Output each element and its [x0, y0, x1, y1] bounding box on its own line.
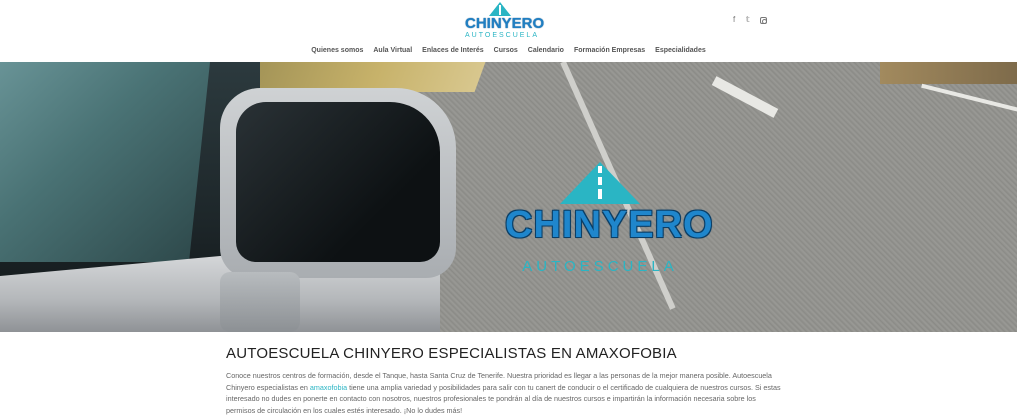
intro-section: AUTOESCUELA CHINYERO ESPECIALISTAS EN AM…	[226, 345, 786, 416]
nav-item-especialidades[interactable]: Especialidades	[655, 47, 706, 54]
hero-grass-right	[880, 62, 1017, 84]
twitter-icon[interactable]: 𝕥	[746, 15, 750, 25]
page-title: AUTOESCUELA CHINYERO ESPECIALISTAS EN AM…	[226, 345, 677, 362]
side-mirror-glass	[236, 102, 440, 262]
intro-paragraph: Conoce nuestros centros de formación, de…	[226, 370, 786, 416]
road-icon	[489, 2, 511, 16]
nav-item-cursos[interactable]: Cursos	[494, 47, 518, 54]
road-icon	[560, 162, 640, 204]
side-mirror-arm	[220, 272, 300, 332]
logo-sub-text: AUTOESCUELA	[465, 32, 539, 39]
instagram-icon[interactable]	[760, 17, 767, 24]
hero-road-image	[400, 62, 1017, 332]
hero-logo-main-text: CHINYERO	[505, 204, 714, 246]
site-header: CHINYERO AUTOESCUELA f 𝕥 Quienes somos A…	[0, 0, 1017, 62]
hero-logo: CHINYERO AUTOESCUELA	[505, 162, 714, 287]
logo-main-text: CHINYERO	[465, 15, 545, 32]
hero-logo-sub-text: AUTOESCUELA	[522, 258, 678, 275]
hero-banner: CHINYERO AUTOESCUELA	[0, 62, 1017, 332]
main-nav: Quienes somos Aula Virtual Enlaces de In…	[0, 47, 1017, 59]
site-logo[interactable]: CHINYERO AUTOESCUELA	[465, 2, 545, 42]
nav-item-enlaces-de-interes[interactable]: Enlaces de Interés	[422, 47, 483, 54]
nav-item-calendario[interactable]: Calendario	[528, 47, 564, 54]
nav-item-aula-virtual[interactable]: Aula Virtual	[373, 47, 412, 54]
nav-item-quienes-somos[interactable]: Quienes somos	[311, 47, 363, 54]
facebook-icon[interactable]: f	[733, 15, 735, 25]
car-window	[0, 62, 210, 262]
nav-item-formacion-empresas[interactable]: Formación Empresas	[574, 47, 645, 54]
amaxofobia-link[interactable]: amaxofobia	[310, 383, 347, 392]
